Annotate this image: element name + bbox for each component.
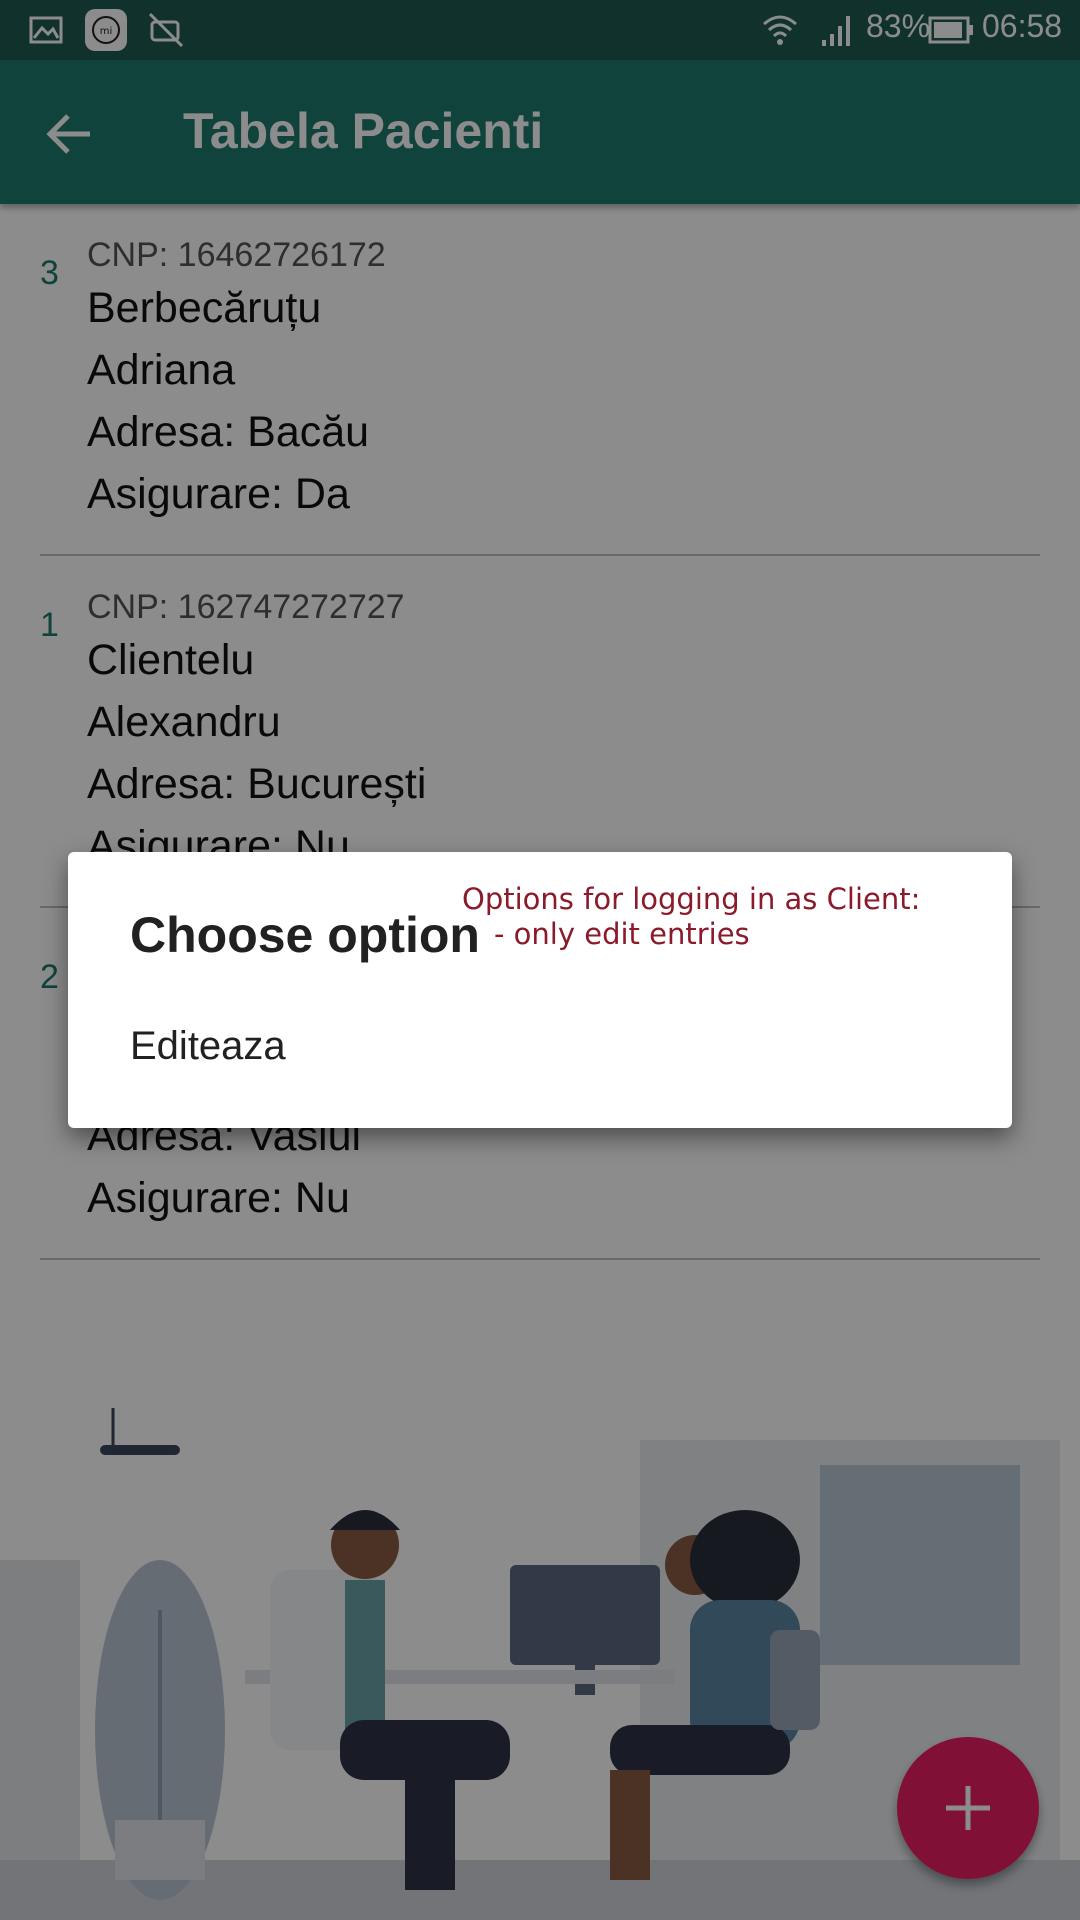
dialog-title: Choose option bbox=[130, 907, 480, 963]
annotation-line: Options for logging in as Client: bbox=[462, 882, 921, 916]
annotation-line: - only edit entries bbox=[494, 917, 750, 951]
choose-option-dialog: Choose option Editeaza Options for loggi… bbox=[68, 852, 1012, 1128]
dialog-option-edit[interactable]: Editeaza bbox=[130, 1024, 286, 1069]
annotation-note: Options for logging in as Client: - only… bbox=[462, 882, 920, 952]
